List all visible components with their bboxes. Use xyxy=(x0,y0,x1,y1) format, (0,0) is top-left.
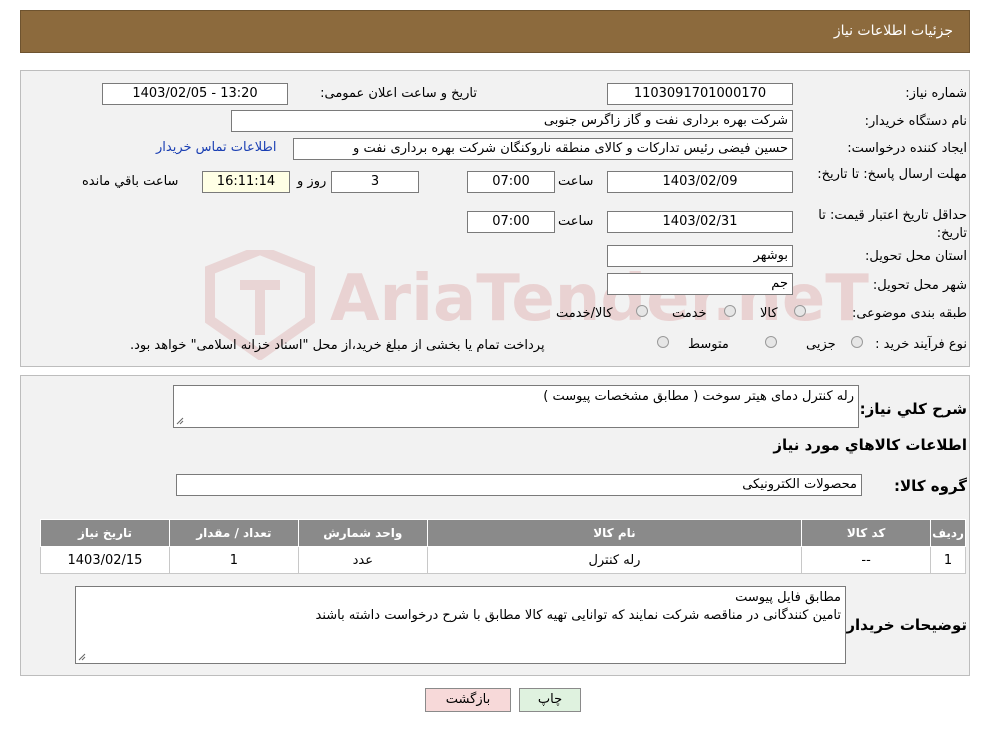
process-label: نوع فرآیند خرید : xyxy=(875,337,967,352)
buyer-field: شرکت بهره برداری نفت و گاز زاگرس جنوبی xyxy=(231,110,793,132)
print-button[interactable]: چاپ xyxy=(519,688,581,712)
category-radio-service[interactable] xyxy=(724,305,736,317)
page-title: جزئیات اطلاعات نیاز xyxy=(833,23,953,39)
category-option-goods-service: کالا/خدمت xyxy=(556,306,613,321)
creator-field: حسین فیضی رئیس تدارکات و کالای منطقه نار… xyxy=(293,138,793,160)
resize-grip-icon[interactable] xyxy=(176,417,184,425)
col-goods-name: نام کالا xyxy=(426,519,803,547)
back-button[interactable]: بازگشت xyxy=(425,688,511,712)
category-radio-goods-service[interactable] xyxy=(636,305,648,317)
description-textarea[interactable]: رله کنترل دمای هیتر سوخت ( مطابق مشخصات … xyxy=(173,385,859,428)
resize-grip-icon[interactable] xyxy=(78,653,86,661)
table-row: 1 -- رله کنترل عدد 1 1403/02/15 xyxy=(40,546,966,574)
description-text: رله کنترل دمای هیتر سوخت ( مطابق مشخصات … xyxy=(543,389,854,404)
category-option-service: خدمت xyxy=(672,306,707,321)
validity-label: حداقل تاریخ اعتبار قیمت: تا تاریخ: xyxy=(818,208,967,241)
remaining-label: ساعت باقي مانده xyxy=(82,174,179,189)
validity-time-label: ساعت xyxy=(558,214,594,229)
process-option-medium: متوسط xyxy=(688,337,729,352)
process-radio-treasury[interactable] xyxy=(657,336,669,348)
contact-buyer-link[interactable]: اطلاعات تماس خریدار xyxy=(156,140,276,155)
goods-group-label: گروه کالا: xyxy=(894,477,967,495)
days-label: روز و xyxy=(297,174,327,189)
page-header: جزئیات اطلاعات نیاز xyxy=(20,10,970,53)
col-quantity: تعداد / مقدار xyxy=(168,519,299,547)
validity-time-field: 07:00 xyxy=(467,211,555,233)
category-radio-goods[interactable] xyxy=(794,305,806,317)
buyer-notes-line2: تامین کنندگانی در مناقصه شرکت نمایند که … xyxy=(315,608,841,623)
need-number-label: شماره نیاز: xyxy=(905,86,967,101)
deadline-time-field: 07:00 xyxy=(467,171,555,193)
process-option-minor: جزیی xyxy=(806,337,836,352)
buyer-notes-line1: مطابق فایل پیوست xyxy=(735,590,841,605)
province-field: بوشهر xyxy=(607,245,793,267)
cell-row-number: 1 xyxy=(930,546,966,574)
process-radio-medium[interactable] xyxy=(765,336,777,348)
goods-group-field: محصولات الکترونیکی xyxy=(176,474,862,496)
creator-label: ایجاد کننده درخواست: xyxy=(847,141,967,156)
need-number-field: 1103091701000170 xyxy=(607,83,793,105)
deadline-time-label: ساعت xyxy=(558,174,594,189)
announce-label: تاریخ و ساعت اعلان عمومی: xyxy=(320,86,477,101)
announce-field: 1403/02/05 - 13:20 xyxy=(102,83,288,105)
goods-section-title: اطلاعات کالاهاي مورد نياز xyxy=(773,436,967,454)
payment-note: پرداخت تمام یا بخشی از مبلغ خرید،از محل … xyxy=(130,338,545,353)
cell-need-date: 1403/02/15 xyxy=(40,546,170,574)
province-label: استان محل تحویل: xyxy=(865,249,967,264)
category-option-goods: کالا xyxy=(760,306,778,321)
cell-quantity: 1 xyxy=(168,546,299,574)
buyer-label: نام دستگاه خریدار: xyxy=(864,114,967,129)
cell-goods-name: رله کنترل xyxy=(426,546,803,574)
remaining-time-field: 16:11:14 xyxy=(202,171,290,193)
process-radio-minor[interactable] xyxy=(851,336,863,348)
col-need-date: تاريخ نياز xyxy=(40,519,170,547)
deadline-date-field: 1403/02/09 xyxy=(607,171,793,193)
city-field: جم xyxy=(607,273,793,295)
days-field: 3 xyxy=(331,171,419,193)
city-label: شهر محل تحویل: xyxy=(872,278,967,293)
deadline-label: مهلت ارسال پاسخ: تا تاریخ: xyxy=(817,167,967,182)
col-row-number: رديف xyxy=(930,519,966,547)
col-goods-code: کد کالا xyxy=(801,519,932,547)
goods-table-header-row: رديف کد کالا نام کالا واحد شمارش تعداد /… xyxy=(40,519,966,547)
goods-table: رديف کد کالا نام کالا واحد شمارش تعداد /… xyxy=(40,519,966,574)
cell-unit: عدد xyxy=(297,546,428,574)
description-label: شرح کلي نياز: xyxy=(859,400,967,418)
category-label: طبقه بندی موضوعی: xyxy=(851,306,967,321)
buyer-notes-label: توضیحات خریدار: xyxy=(840,616,967,634)
validity-date-field: 1403/02/31 xyxy=(607,211,793,233)
cell-goods-code: -- xyxy=(801,546,932,574)
col-unit: واحد شمارش xyxy=(297,519,428,547)
buyer-notes-textarea[interactable]: مطابق فایل پیوست تامین کنندگانی در مناقص… xyxy=(75,586,846,664)
